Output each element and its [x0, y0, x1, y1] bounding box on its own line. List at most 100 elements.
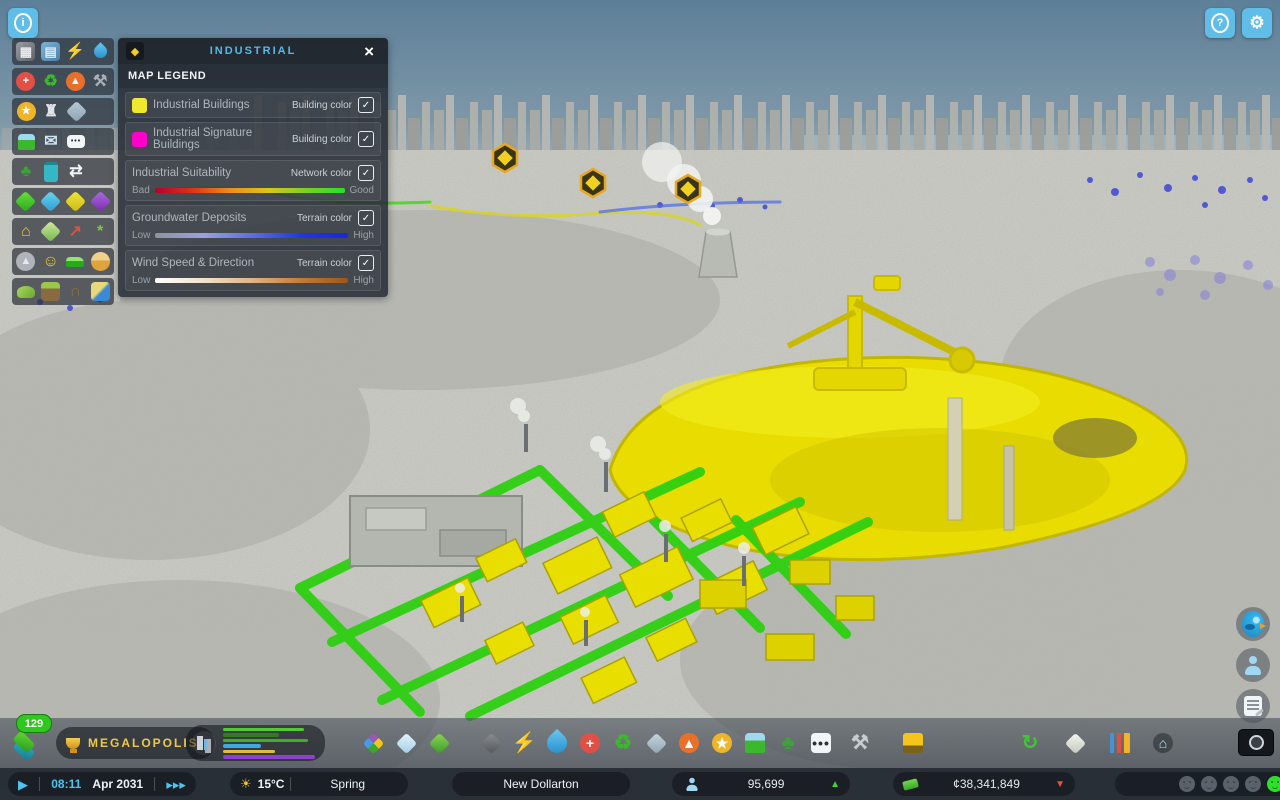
game-date: Apr 2031	[92, 777, 143, 791]
money-widget[interactable]: ¢38,341,849 ▼	[893, 772, 1075, 796]
legend-row-type: Building color	[292, 134, 352, 145]
traffic-infoview-icon[interactable]	[65, 250, 87, 273]
noise-pollution-infoview-icon[interactable]: ∩	[65, 280, 87, 303]
monuments-infoview-icon[interactable]: ▲	[15, 250, 37, 273]
fertility-infoview-icon[interactable]: *	[89, 220, 111, 243]
economy-panel-icon[interactable]: ↻	[1017, 728, 1043, 758]
transportation-tool-icon[interactable]	[742, 728, 768, 758]
bulldozer-tool-icon[interactable]	[900, 728, 926, 758]
happiness-widget[interactable]	[1115, 772, 1280, 796]
education-infoview-icon[interactable]	[65, 100, 87, 123]
fire-rescue-infoview-icon[interactable]: ▲	[65, 70, 87, 93]
legend-gradient-rows: Industrial Suitability Network color ✓ B…	[118, 160, 388, 297]
office-zones-infoview-icon[interactable]	[89, 190, 111, 213]
level-badge: 129	[16, 714, 52, 733]
electricity-infoview-icon[interactable]: ⚡	[65, 40, 87, 63]
statistics-panel-icon[interactable]	[1107, 728, 1133, 758]
legend-checkbox[interactable]: ✓	[358, 131, 374, 147]
play-pause-button[interactable]: ▶	[18, 778, 28, 791]
gradient-min-label: Low	[132, 275, 150, 286]
legend-row-type: Building color	[292, 100, 352, 111]
garbage-tool-icon[interactable]: ♻	[610, 728, 636, 758]
maintenance-infoview-icon[interactable]: ⚒	[89, 70, 111, 93]
legend-row: Wind Speed & Direction Terrain color ✓ L…	[125, 250, 381, 291]
electricity-tool-icon[interactable]: ⚡	[511, 728, 537, 758]
education-tool-icon[interactable]	[643, 728, 669, 758]
followed-citizen-button[interactable]	[1236, 648, 1270, 682]
happiness-face-icon	[1245, 776, 1261, 792]
city-name-widget[interactable]: New Dollarton	[452, 772, 630, 796]
roads-infoview-icon[interactable]: ▦	[15, 40, 37, 63]
infoview-row: ▦ ▤ ⚡	[12, 38, 114, 65]
population-widget[interactable]: 95,699 ▲	[672, 772, 850, 796]
photo-mode-button[interactable]	[1238, 729, 1274, 756]
zoning-demand-widget[interactable]	[186, 725, 325, 761]
legend-checkbox[interactable]: ✓	[358, 255, 374, 271]
terrain-infoview-icon[interactable]	[15, 280, 37, 303]
signature-buildings-tool-icon[interactable]	[426, 728, 452, 758]
natural-resources-infoview-icon[interactable]	[40, 280, 62, 303]
water-tool-icon[interactable]	[544, 728, 570, 758]
attractiveness-infoview-icon[interactable]	[40, 220, 62, 243]
transportation-infoview-icon[interactable]	[15, 130, 37, 153]
administration-infoview-icon[interactable]: ♜	[40, 100, 62, 123]
zoning-tool-icon[interactable]	[360, 728, 386, 758]
workers-infoview-icon[interactable]	[89, 250, 111, 273]
police-infoview-icon[interactable]: ★	[15, 100, 37, 123]
progression-panel-icon[interactable]: ⌂	[1150, 728, 1176, 758]
gradient-bar	[155, 278, 348, 283]
side-buttons	[1236, 607, 1270, 723]
close-icon[interactable]: ×	[358, 42, 380, 61]
info-views-button[interactable]: i	[8, 8, 38, 38]
chirper-button[interactable]	[1236, 607, 1270, 641]
simulation-speed-button[interactable]: ▸▸▸	[166, 778, 186, 791]
routes-infoview-icon[interactable]: ⇄	[65, 160, 87, 183]
legend-checkbox[interactable]: ✓	[358, 97, 374, 113]
settings-button[interactable]: ⚙	[1242, 8, 1272, 38]
city-map-panel-icon[interactable]	[1062, 728, 1088, 758]
legend-checkbox[interactable]: ✓	[358, 210, 374, 226]
weather-widget[interactable]: ☀ 15°C Spring	[230, 772, 408, 796]
garbage-infoview-icon[interactable]: ♻	[40, 70, 62, 93]
population-icon	[685, 777, 699, 791]
police-tool-icon[interactable]: ★	[709, 728, 735, 758]
gradient-max-label: High	[353, 230, 374, 241]
tourism-infoview-icon[interactable]	[40, 160, 62, 183]
water-sewage-infoview-icon[interactable]	[89, 40, 111, 63]
gradient-bar	[155, 233, 348, 238]
happiness-infoview-icon[interactable]: ☺	[40, 250, 62, 273]
vehicles-infoview-icon[interactable]: ▤	[40, 40, 62, 63]
toolbar-tools: ⚡ + ♻ ▲ ★ ♣ •••	[360, 718, 1176, 768]
legend-swatch-rows: Industrial Buildings Building color ✓ In…	[118, 92, 388, 156]
silo-tower	[948, 398, 962, 520]
silo-tower-2	[1004, 446, 1014, 530]
demand-bar	[223, 750, 275, 754]
statistics-infoview-icon[interactable]: ↗	[65, 220, 87, 243]
communications-tool-icon[interactable]: •••	[808, 728, 834, 758]
land-value-infoview-icon[interactable]: ⌂	[15, 220, 37, 243]
help-button[interactable]: ?	[1205, 8, 1235, 38]
commercial-zones-infoview-icon[interactable]	[40, 190, 62, 213]
roads-tool-icon[interactable]	[478, 728, 504, 758]
water-depth-infoview-icon[interactable]	[89, 280, 111, 303]
parks-recreation-tool-icon[interactable]: ♣	[775, 728, 801, 758]
landscaping-tool-icon[interactable]: ⚒	[847, 728, 873, 758]
gradient-min-label: Low	[132, 230, 150, 241]
post-infoview-icon[interactable]: ✉	[40, 130, 62, 153]
healthcare-tool-icon[interactable]: +	[577, 728, 603, 758]
parks-infoview-icon[interactable]: ♣	[15, 160, 37, 183]
time-controls: ▶ 08:11 Apr 2031 ▸▸▸	[8, 772, 196, 796]
infoview-row: ✉ •••	[12, 128, 114, 155]
telecom-infoview-icon[interactable]: •••	[65, 130, 87, 153]
industrial-zones-infoview-icon[interactable]	[65, 190, 87, 213]
city-demand-icon	[192, 731, 216, 755]
fire-rescue-tool-icon[interactable]: ▲	[676, 728, 702, 758]
happiness-face-icon	[1223, 776, 1239, 792]
side-button-icon	[1242, 611, 1264, 637]
infoview-row: ▲ ☺	[12, 248, 114, 275]
residential-zones-infoview-icon[interactable]	[15, 190, 37, 213]
areas-tool-icon[interactable]	[393, 728, 419, 758]
legend-checkbox[interactable]: ✓	[358, 165, 374, 181]
healthcare-infoview-icon[interactable]: +	[15, 70, 37, 93]
level-widget[interactable]: 129	[8, 714, 54, 766]
